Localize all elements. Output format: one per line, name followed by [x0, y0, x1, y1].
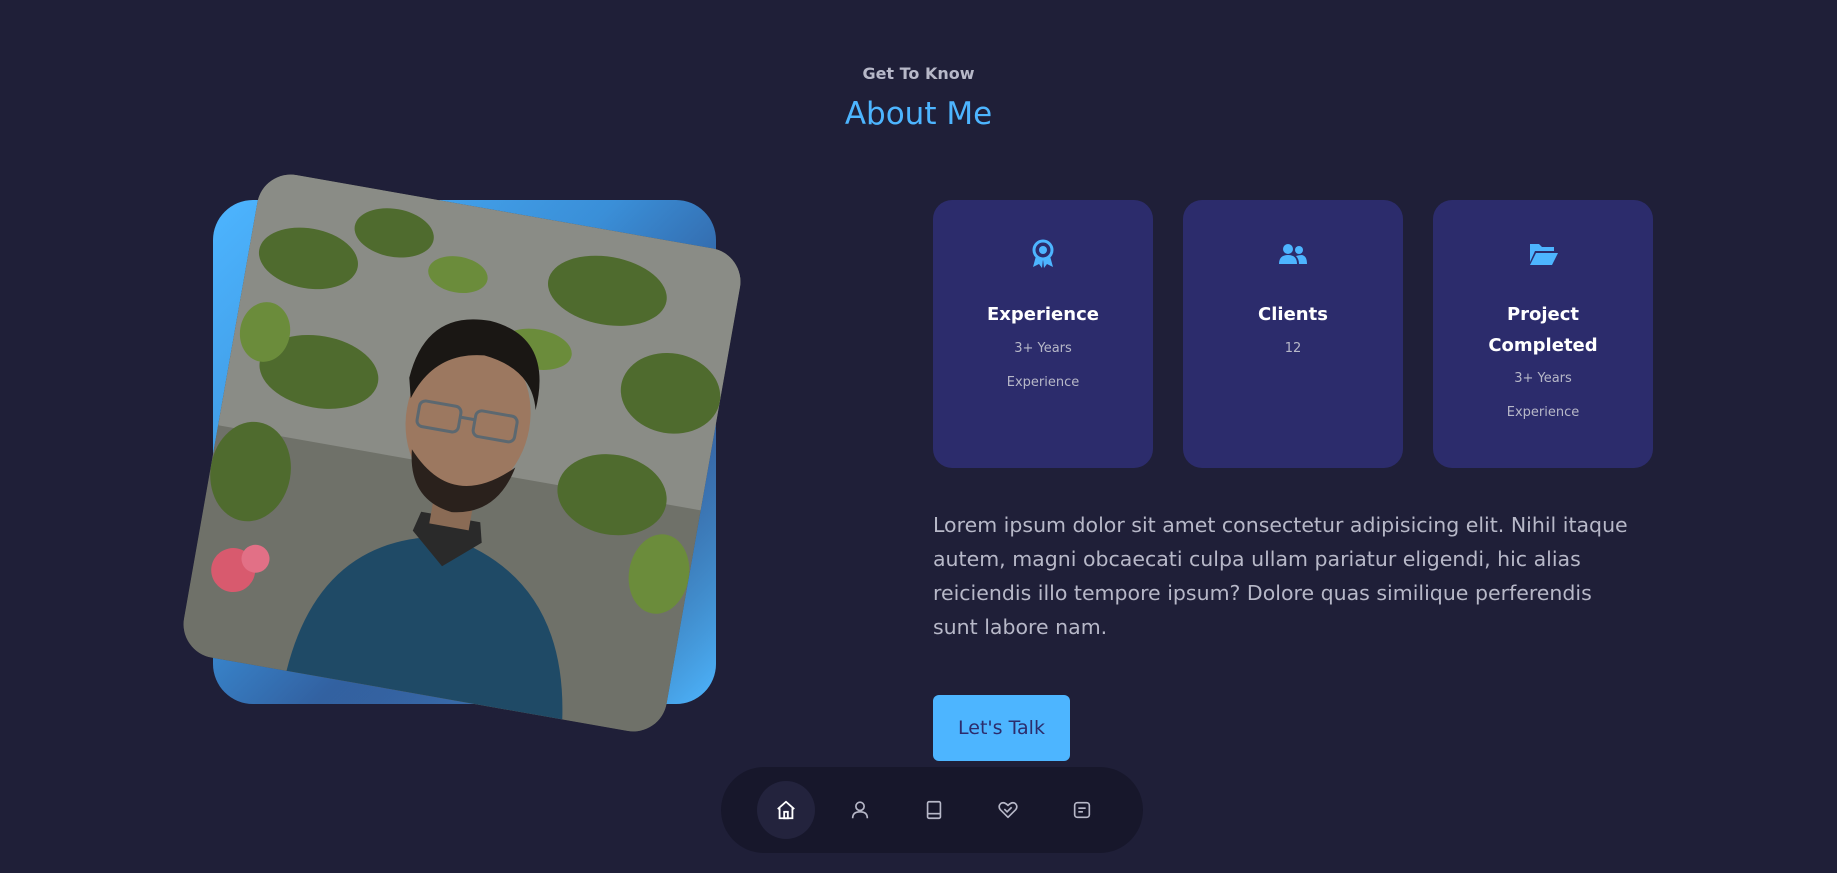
projects-card: Project Completed 3+ Years Experience — [1433, 200, 1653, 468]
card-title: Project Completed — [1443, 299, 1643, 361]
services-icon — [998, 801, 1018, 819]
lets-talk-button[interactable]: Let's Talk — [933, 695, 1070, 761]
card-title: Experience — [987, 304, 1099, 325]
card-value: Experience — [1506, 405, 1580, 420]
section-title: About Me — [844, 96, 993, 132]
card-title-line: Project — [1506, 304, 1580, 325]
card-value: 3+ Years — [1514, 371, 1572, 386]
nav-home[interactable] — [757, 781, 815, 839]
experience-card: Experience 3+ Years Experience — [933, 200, 1153, 468]
nav-contact[interactable] — [1053, 781, 1111, 839]
card-value: 12 — [1284, 341, 1302, 356]
bottom-nav — [721, 767, 1143, 853]
user-icon — [851, 801, 869, 819]
book-icon — [926, 800, 942, 820]
nav-about[interactable] — [831, 781, 889, 839]
users-icon — [1183, 238, 1403, 270]
home-icon — [777, 800, 795, 820]
nav-experience[interactable] — [905, 781, 963, 839]
nav-services[interactable] — [979, 781, 1037, 839]
award-icon — [933, 238, 1153, 270]
section-subtitle: Get To Know — [862, 64, 975, 83]
card-title: Clients — [1258, 304, 1328, 325]
folder-open-icon — [1433, 238, 1653, 270]
card-value: 3+ Years — [1014, 341, 1072, 356]
portrait-photo — [178, 169, 746, 737]
card-title-line: Completed — [1488, 335, 1598, 356]
message-icon — [1073, 801, 1091, 819]
card-value: Experience — [1006, 375, 1080, 390]
clients-card: Clients 12 — [1183, 200, 1403, 468]
about-paragraph: Lorem ipsum dolor sit amet consectetur a… — [933, 513, 1628, 639]
portrait-container — [175, 160, 765, 760]
